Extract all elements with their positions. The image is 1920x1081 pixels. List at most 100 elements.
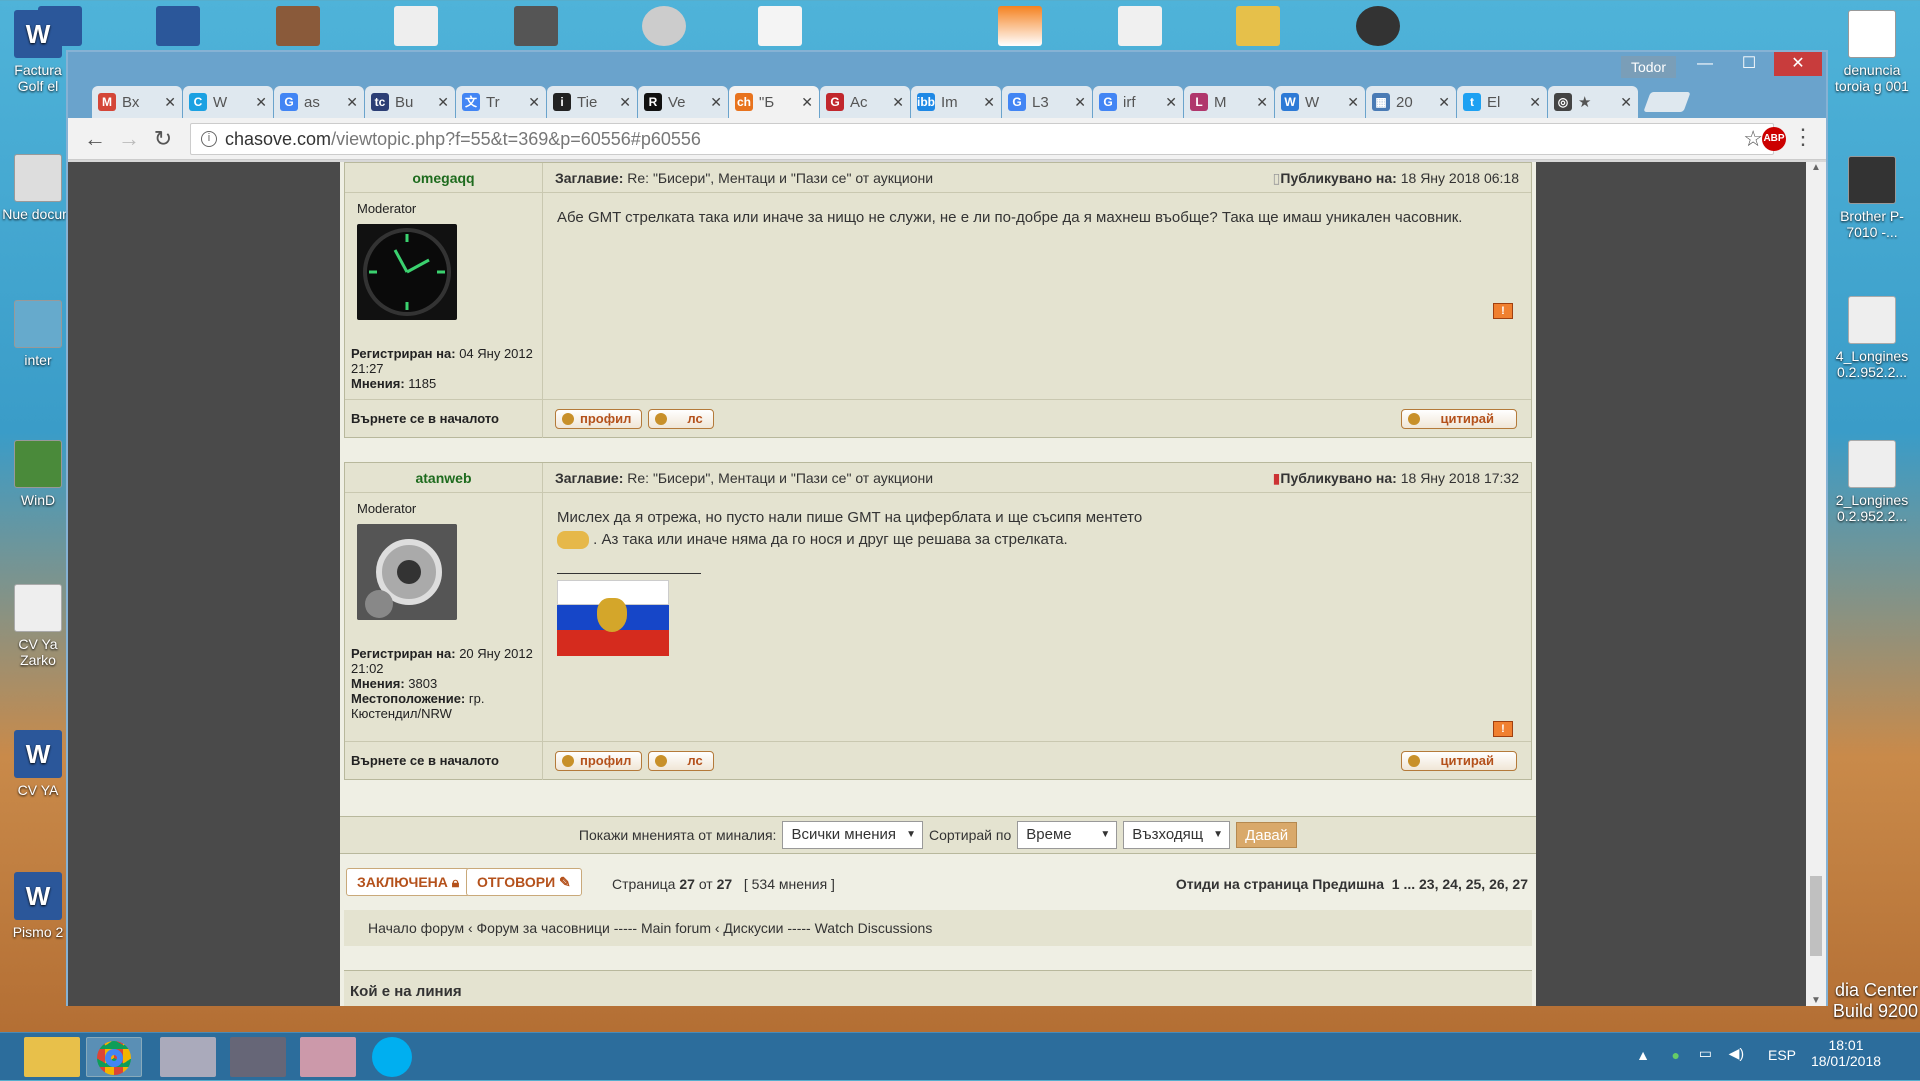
browser-tab[interactable]: i Tie ✕	[547, 86, 637, 118]
desktop-icon[interactable]: WinD	[0, 440, 76, 508]
tab-close-icon[interactable]: ✕	[1165, 94, 1177, 111]
post-author[interactable]: omegaqq	[345, 163, 543, 192]
app-icon[interactable]	[1356, 6, 1400, 46]
profile-button[interactable]: Todor	[1620, 56, 1676, 78]
close-window-button[interactable]: ✕	[1774, 52, 1822, 76]
network-icon[interactable]: ▭	[1699, 1045, 1712, 1062]
skype-icon[interactable]	[372, 1037, 412, 1077]
reload-button[interactable]: ↻	[150, 126, 176, 152]
reply-button[interactable]: ОТГОВОРИ ✎	[466, 868, 582, 896]
tab-close-icon[interactable]: ✕	[1347, 94, 1359, 111]
browser-tab[interactable]: G Ac ✕	[820, 86, 910, 118]
folder-icon[interactable]	[1236, 6, 1280, 46]
tab-close-icon[interactable]: ✕	[1074, 94, 1086, 111]
word-file-icon[interactable]	[156, 6, 200, 46]
vlc-icon[interactable]	[998, 6, 1042, 46]
desktop-icon[interactable]: Brother P-7010 -...	[1834, 156, 1910, 240]
breadcrumb[interactable]: Начало форум ‹ Форум за часовници ----- …	[344, 910, 1532, 946]
tab-close-icon[interactable]: ✕	[528, 94, 540, 111]
tab-close-icon[interactable]: ✕	[1438, 94, 1450, 111]
back-to-top-link[interactable]: Върнете се в началото	[345, 399, 543, 438]
scrollbar-thumb[interactable]	[1810, 876, 1822, 956]
forward-button[interactable]: →	[116, 126, 142, 152]
adblock-icon[interactable]: ABP	[1762, 127, 1786, 151]
image-file-icon[interactable]	[514, 6, 558, 46]
tab-close-icon[interactable]: ✕	[710, 94, 722, 111]
bookmark-star-icon[interactable]: ☆	[1743, 124, 1763, 154]
desktop-icon[interactable]: W Pismo 2	[0, 872, 76, 940]
tab-close-icon[interactable]: ✕	[1529, 94, 1541, 111]
tab-close-icon[interactable]: ✕	[437, 94, 449, 111]
profile-button[interactable]: профил	[555, 750, 643, 771]
report-icon[interactable]: !	[1493, 303, 1513, 319]
go-button[interactable]: Давай	[1236, 822, 1298, 848]
back-button[interactable]: ←	[82, 126, 108, 152]
desktop-icon[interactable]: 2_Longines 0.2.952.2...	[1834, 440, 1910, 524]
tab-close-icon[interactable]: ✕	[164, 94, 176, 111]
pm-button[interactable]: лс	[648, 408, 714, 429]
browser-tab[interactable]: Girf ✕	[1093, 86, 1183, 118]
browser-tab[interactable]: R Ve ✕	[638, 86, 728, 118]
desktop-icon[interactable]: 4_Longines 0.2.952.2...	[1834, 296, 1910, 380]
clock[interactable]: 18:01 18/01/2018	[1806, 1037, 1886, 1069]
page-links[interactable]: 1 ... 23, 24, 25, 26, 27	[1392, 876, 1528, 892]
tab-close-icon[interactable]: ✕	[983, 94, 995, 111]
post-author[interactable]: atanweb	[345, 463, 543, 492]
disc-file-icon[interactable]	[642, 6, 686, 46]
browser-tab[interactable]: G L3 ✕	[1002, 86, 1092, 118]
browser-tab[interactable]: M Вх ✕	[92, 86, 182, 118]
scroll-up-icon[interactable]: ▲	[1806, 162, 1826, 173]
back-to-top-link[interactable]: Върнете се в началото	[345, 741, 543, 780]
browser-tab[interactable]: C W ✕	[183, 86, 273, 118]
file-explorer-icon[interactable]	[24, 1037, 80, 1077]
document-file-icon[interactable]	[758, 6, 802, 46]
scrollbar[interactable]: ▲ ▼	[1806, 162, 1826, 1006]
document-file-icon[interactable]	[394, 6, 438, 46]
report-icon[interactable]: !	[1493, 721, 1513, 737]
quote-button[interactable]: цитирай	[1401, 750, 1517, 771]
app-icon[interactable]	[230, 1037, 286, 1077]
maximize-button[interactable]: ☐	[1728, 52, 1770, 76]
profile-button[interactable]: профил	[555, 408, 643, 429]
sort-by-select[interactable]: Време	[1017, 821, 1118, 849]
browser-tab[interactable]: Gas ✕	[274, 86, 364, 118]
browser-tab[interactable]: L M ✕	[1184, 86, 1274, 118]
calculator-icon[interactable]	[160, 1037, 216, 1077]
chrome-icon[interactable]	[86, 1037, 142, 1077]
volume-icon[interactable]: ◀)	[1729, 1045, 1744, 1062]
subject-text[interactable]: Re: "Бисери", Ментаци и "Пази се" от аук…	[627, 170, 933, 186]
browser-tab[interactable]: ibb Im ✕	[911, 86, 1001, 118]
desktop-icon[interactable]: denuncia toroia g 001	[1834, 10, 1910, 94]
browser-tab[interactable]: ▦ 20 ✕	[1366, 86, 1456, 118]
desktop-icon[interactable]: CV Ya Zarko	[0, 584, 76, 668]
locked-button[interactable]: ЗАКЛЮЧЕНА 🔒︎	[346, 868, 471, 896]
subject-text[interactable]: Re: "Бисери", Ментаци и "Пази се" от аук…	[627, 470, 933, 486]
pdf-file-icon[interactable]	[1118, 6, 1162, 46]
chrome-menu-icon[interactable]: ⋮	[1792, 124, 1814, 150]
image-file-icon[interactable]	[276, 6, 320, 46]
sort-order-select[interactable]: Възходящ	[1123, 821, 1231, 849]
tab-close-icon[interactable]: ✕	[619, 94, 631, 111]
tray-arrow-icon[interactable]: ▲	[1636, 1047, 1650, 1063]
paint-icon[interactable]	[300, 1037, 356, 1077]
tab-close-icon[interactable]: ✕	[255, 94, 267, 111]
pm-button[interactable]: лс	[648, 750, 714, 771]
browser-tab[interactable]: t El ✕	[1457, 86, 1547, 118]
browser-tab[interactable]: ◎ ★ ✕	[1548, 86, 1638, 118]
tab-close-icon[interactable]: ✕	[892, 94, 904, 111]
desktop-icon[interactable]: Nue docum	[0, 154, 76, 222]
tab-close-icon[interactable]: ✕	[1256, 94, 1268, 111]
tab-close-icon[interactable]: ✕	[1620, 94, 1632, 111]
browser-tab[interactable]: ch "Б ✕	[729, 86, 819, 118]
desktop-icon[interactable]: W CV YA	[0, 730, 76, 798]
desktop-icon[interactable]: inter	[0, 300, 76, 368]
browser-tab[interactable]: W W ✕	[1275, 86, 1365, 118]
new-tab-button[interactable]	[1643, 92, 1691, 112]
minimize-button[interactable]: —	[1684, 52, 1726, 76]
show-posts-select[interactable]: Всички мнения	[782, 821, 923, 849]
desktop-icon[interactable]: W Factura Golf el	[0, 10, 76, 94]
address-bar[interactable]: i chasove.com/viewtopic.php?f=55&t=369&p…	[190, 123, 1774, 155]
browser-tab[interactable]: tc Bu ✕	[365, 86, 455, 118]
tab-close-icon[interactable]: ✕	[346, 94, 358, 111]
quote-button[interactable]: цитирай	[1401, 408, 1517, 429]
